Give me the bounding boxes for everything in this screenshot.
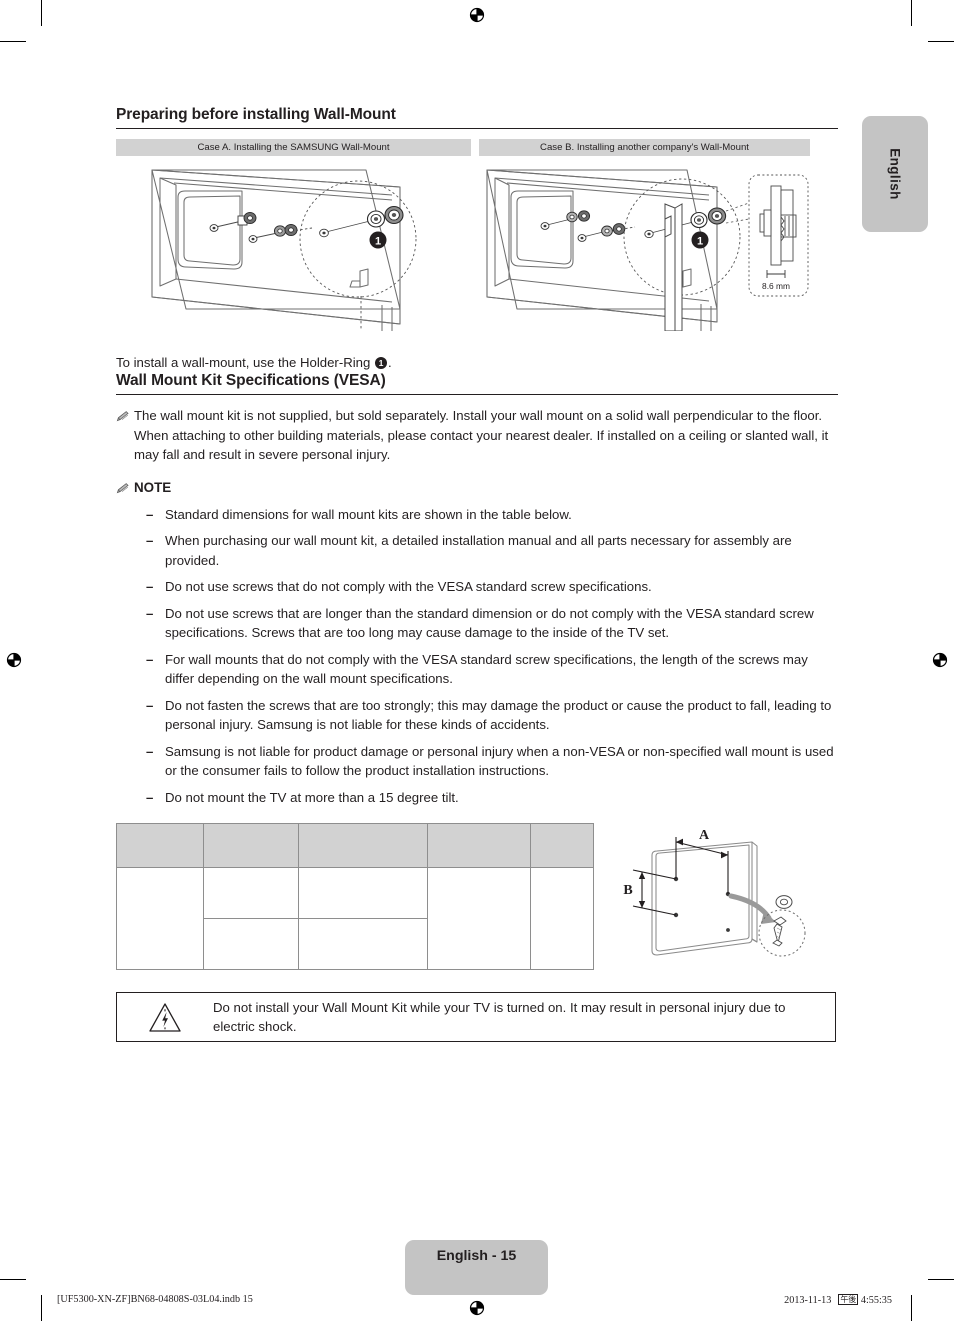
footer-time: 4:55:35 <box>860 1295 892 1306</box>
page-number-badge: English - 15 <box>405 1240 548 1295</box>
crop-mark-bottom-right-horizontal <box>928 1279 954 1281</box>
table-row <box>116 867 594 970</box>
crop-mark-top-left-vertical <box>41 0 43 26</box>
page-title-vesa: Wall Mount Kit Specifications (VESA) <box>116 372 838 395</box>
registration-mark-top <box>469 7 485 23</box>
footer-timestamp: 2013-11-13 午後 4:55:35 <box>784 1294 892 1306</box>
spec-table-section: A B <box>116 823 838 970</box>
case-header-row: Case A. Installing the SAMSUNG Wall-Moun… <box>116 139 838 156</box>
registration-mark-bottom <box>469 1300 485 1316</box>
svg-text:1: 1 <box>697 235 703 247</box>
list-item: Do not mount the TV at more than a 15 de… <box>146 788 838 808</box>
dimension-label-a: A <box>699 828 710 843</box>
svg-text:1: 1 <box>375 235 381 247</box>
list-item: Do not use screws that are longer than t… <box>146 604 838 643</box>
list-item: For wall mounts that do not comply with … <box>146 650 838 689</box>
crop-mark-top-left-horizontal <box>0 41 26 43</box>
footer-date: 2013-11-13 <box>784 1295 832 1306</box>
electric-shock-warning-icon <box>117 1002 213 1033</box>
table-header-row <box>116 823 594 868</box>
manual-page: English Preparing before installing Wall… <box>0 0 954 1321</box>
list-item: Samsung is not liable for product damage… <box>146 742 838 781</box>
column-header-vesa-spec <box>298 823 428 868</box>
holder-ring-instruction-prefix: To install a wall-mount, use the Holder-… <box>116 355 375 370</box>
crop-mark-bottom-left-vertical <box>41 1295 43 1321</box>
note-list: Standard dimensions for wall mount kits … <box>116 505 838 808</box>
pencil-icon <box>116 406 134 465</box>
holder-ring-instruction-suffix: . <box>388 355 392 370</box>
warning-text: Do not install your Wall Mount Kit while… <box>213 1000 786 1034</box>
cell-vesa-row2 <box>298 918 428 970</box>
crop-mark-top-right-horizontal <box>928 41 954 43</box>
page-content: Preparing before installing Wall-Mount C… <box>116 106 838 1042</box>
column-header-product-family <box>116 823 204 868</box>
crop-mark-bottom-right-vertical <box>911 1295 913 1321</box>
cell-product-family <box>116 867 204 970</box>
list-item: When purchasing our wall mount kit, a de… <box>146 531 838 570</box>
inset-dimension-label: 8.6 mm <box>762 281 790 291</box>
holder-ring-instruction: To install a wall-mount, use the Holder-… <box>116 353 838 372</box>
registration-mark-right <box>932 652 948 668</box>
case-a-illustration: 1 <box>116 159 471 331</box>
warning-box: Do not install your Wall Mount Kit while… <box>116 992 836 1042</box>
crop-mark-bottom-left-horizontal <box>0 1279 26 1281</box>
cell-standard-screw <box>427 867 531 970</box>
crop-mark-top-right-vertical <box>911 0 913 26</box>
column-header-quantity <box>530 823 594 868</box>
case-a-header: Case A. Installing the SAMSUNG Wall-Moun… <box>116 139 471 156</box>
vesa-intro-text: The wall mount kit is not supplied, but … <box>134 408 829 462</box>
footer-ampm: 午後 <box>838 1294 859 1305</box>
list-item: Standard dimensions for wall mount kits … <box>146 505 838 525</box>
cell-inch-row1 <box>203 867 299 919</box>
language-side-tab-label: English <box>887 148 903 200</box>
page-title-preparing: Preparing before installing Wall-Mount <box>116 106 838 129</box>
page-number-label: English - 15 <box>436 1248 517 1264</box>
cell-vesa-row1 <box>298 867 428 919</box>
list-item: Do not fasten the screws that are too st… <box>146 696 838 735</box>
cell-inch-row2 <box>203 918 299 970</box>
illustration-row: 1 1 8.6 mm <box>116 159 838 331</box>
column-header-standard-screw <box>427 823 531 868</box>
pencil-icon-note <box>116 478 134 499</box>
column-header-inch <box>203 823 299 868</box>
vesa-intro-block: The wall mount kit is not supplied, but … <box>116 406 838 465</box>
vesa-dimension-figure: A B <box>604 823 839 963</box>
dimension-label-b: B <box>623 883 632 898</box>
case-b-header: Case B. Installing another company's Wal… <box>479 139 810 156</box>
vesa-spec-table <box>116 823 594 970</box>
language-side-tab: English <box>862 116 928 232</box>
cell-quantity <box>530 867 594 970</box>
list-item: Do not use screws that do not comply wit… <box>146 577 838 597</box>
note-heading-block: NOTE <box>116 478 838 499</box>
registration-mark-left <box>6 652 22 668</box>
case-b-illustration: 1 8.6 mm <box>479 159 810 331</box>
callout-number-1: 1 <box>375 357 388 369</box>
footer-file-name: [UF5300-XN-ZF]BN68-04808S-03L04.indb 15 <box>57 1294 253 1305</box>
note-label: NOTE <box>134 479 172 495</box>
